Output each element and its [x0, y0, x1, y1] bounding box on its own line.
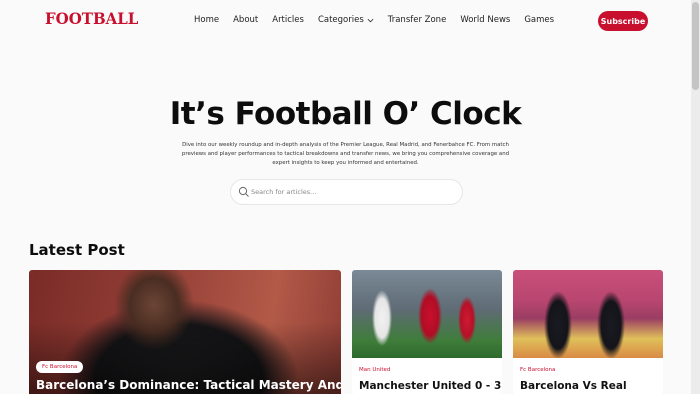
hero-title: It’s Football O’ Clock: [169, 96, 522, 132]
post-card[interactable]: Fc Barcelona Barcelona Vs Real: [513, 270, 663, 394]
featured-post-tag[interactable]: Fc Barcelona: [36, 361, 84, 373]
nav-categories-label: Categories: [317, 15, 364, 25]
hero-description: Dive into our weekly roundup and in-dept…: [181, 142, 510, 166]
featured-post-title[interactable]: Barcelona’s Dominance: Tactical Mastery …: [36, 378, 341, 392]
featured-post-overlay: [29, 270, 341, 394]
nav-world-news[interactable]: World News: [460, 15, 510, 25]
latest-post-heading: Latest Post: [29, 241, 125, 259]
post-card-title[interactable]: Manchester United 0 - 3: [359, 380, 501, 392]
scrollbar-thumb[interactable]: [692, 2, 699, 90]
chevron-down-icon: [367, 18, 374, 22]
nav-transfer-zone[interactable]: Transfer Zone: [388, 15, 447, 25]
post-card-image: [352, 270, 502, 358]
featured-post-card[interactable]: Fc Barcelona Barcelona’s Dominance: Tact…: [29, 270, 341, 394]
nav-games[interactable]: Games: [524, 15, 554, 25]
subscribe-button[interactable]: Subscribe: [598, 11, 648, 31]
search-icon: [238, 186, 249, 197]
nav-articles[interactable]: Articles: [272, 15, 304, 25]
search-bar[interactable]: [230, 179, 463, 205]
search-input[interactable]: [251, 184, 451, 200]
nav-categories[interactable]: Categories: [318, 15, 374, 25]
post-card-title[interactable]: Barcelona Vs Real: [520, 380, 627, 392]
post-card-tag[interactable]: Fc Barcelona: [520, 367, 555, 373]
post-card-tag[interactable]: Man United: [359, 367, 390, 373]
nav-home[interactable]: Home: [194, 15, 219, 25]
post-card-image: [513, 270, 663, 358]
main-nav: Home About Articles Categories Transfer …: [194, 15, 554, 25]
site-logo[interactable]: FOOTBALL: [45, 10, 138, 29]
site-header: FOOTBALL Home About Articles Categories …: [0, 0, 691, 42]
nav-about[interactable]: About: [233, 15, 258, 25]
post-card[interactable]: Man United Manchester United 0 - 3: [352, 270, 502, 394]
